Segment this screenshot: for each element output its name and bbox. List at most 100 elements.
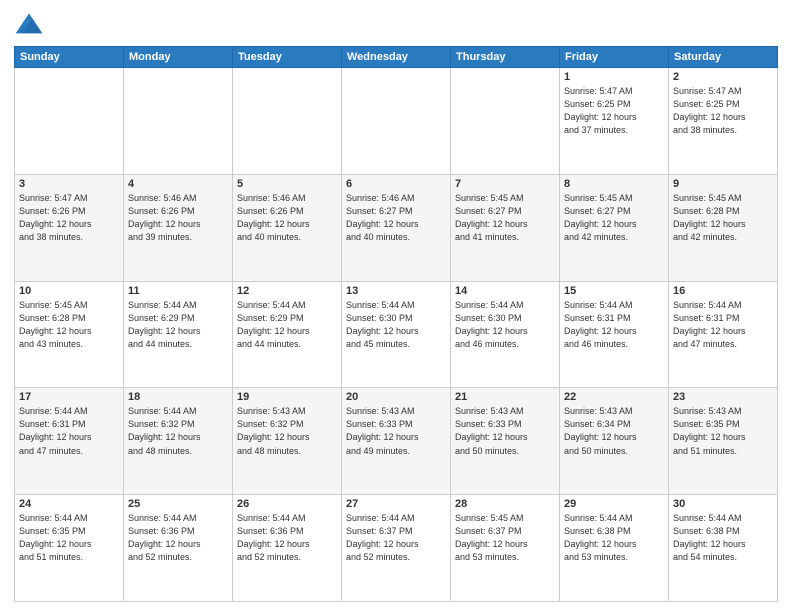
day-cell: 18 Sunrise: 5:44 AM Sunset: 6:32 PM Dayli… bbox=[124, 388, 233, 495]
day-number: 13 bbox=[346, 285, 446, 297]
day-number: 30 bbox=[673, 498, 773, 510]
calendar-table: SundayMondayTuesdayWednesdayThursdayFrid… bbox=[14, 46, 778, 602]
day-cell bbox=[15, 68, 124, 175]
day-info: Sunrise: 5:43 AM Sunset: 6:33 PM Dayligh… bbox=[346, 405, 446, 457]
day-cell: 6 Sunrise: 5:46 AM Sunset: 6:27 PM Daylig… bbox=[342, 174, 451, 281]
week-row-1: 3 Sunrise: 5:47 AM Sunset: 6:26 PM Daylig… bbox=[15, 174, 778, 281]
day-number: 17 bbox=[19, 391, 119, 403]
day-number: 22 bbox=[564, 391, 664, 403]
day-info: Sunrise: 5:45 AM Sunset: 6:27 PM Dayligh… bbox=[564, 192, 664, 244]
day-cell: 10 Sunrise: 5:45 AM Sunset: 6:28 PM Dayli… bbox=[15, 281, 124, 388]
logo-icon bbox=[14, 10, 44, 40]
day-cell: 28 Sunrise: 5:45 AM Sunset: 6:37 PM Dayli… bbox=[451, 495, 560, 602]
weekday-wednesday: Wednesday bbox=[342, 47, 451, 68]
day-info: Sunrise: 5:44 AM Sunset: 6:38 PM Dayligh… bbox=[564, 512, 664, 564]
day-cell: 27 Sunrise: 5:44 AM Sunset: 6:37 PM Dayli… bbox=[342, 495, 451, 602]
day-cell: 26 Sunrise: 5:44 AM Sunset: 6:36 PM Dayli… bbox=[233, 495, 342, 602]
calendar-body: 1Sunrise: 5:47 AM Sunset: 6:25 PM Daylig… bbox=[15, 68, 778, 602]
day-cell: 20Sunrise: 5:43 AM Sunset: 6:33 PM Dayli… bbox=[342, 388, 451, 495]
day-number: 14 bbox=[455, 285, 555, 297]
weekday-monday: Monday bbox=[124, 47, 233, 68]
day-number: 6 bbox=[346, 178, 446, 190]
day-info: Sunrise: 5:44 AM Sunset: 6:31 PM Dayligh… bbox=[19, 405, 119, 457]
day-cell: 11 Sunrise: 5:44 AM Sunset: 6:29 PM Dayli… bbox=[124, 281, 233, 388]
day-number: 28 bbox=[455, 498, 555, 510]
day-number: 10 bbox=[19, 285, 119, 297]
day-info: Sunrise: 5:44 AM Sunset: 6:31 PM Dayligh… bbox=[564, 299, 664, 351]
day-cell: 12 Sunrise: 5:44 AM Sunset: 6:29 PM Dayli… bbox=[233, 281, 342, 388]
week-row-4: 24 Sunrise: 5:44 AM Sunset: 6:35 PM Dayli… bbox=[15, 495, 778, 602]
day-cell: 17 Sunrise: 5:44 AM Sunset: 6:31 PM Dayli… bbox=[15, 388, 124, 495]
day-number: 19 bbox=[237, 391, 337, 403]
day-info: Sunrise: 5:45 AM Sunset: 6:28 PM Dayligh… bbox=[19, 299, 119, 351]
day-cell: 15 Sunrise: 5:44 AM Sunset: 6:31 PM Dayli… bbox=[560, 281, 669, 388]
day-info: Sunrise: 5:44 AM Sunset: 6:38 PM Dayligh… bbox=[673, 512, 773, 564]
day-info: Sunrise: 5:44 AM Sunset: 6:35 PM Dayligh… bbox=[19, 512, 119, 564]
day-info: Sunrise: 5:43 AM Sunset: 6:32 PM Dayligh… bbox=[237, 405, 337, 457]
day-info: Sunrise: 5:43 AM Sunset: 6:35 PM Dayligh… bbox=[673, 405, 773, 457]
day-cell: 7 Sunrise: 5:45 AM Sunset: 6:27 PM Daylig… bbox=[451, 174, 560, 281]
day-info: Sunrise: 5:45 AM Sunset: 6:27 PM Dayligh… bbox=[455, 192, 555, 244]
day-cell: 9 Sunrise: 5:45 AM Sunset: 6:28 PM Daylig… bbox=[669, 174, 778, 281]
day-number: 4 bbox=[128, 178, 228, 190]
day-info: Sunrise: 5:44 AM Sunset: 6:36 PM Dayligh… bbox=[128, 512, 228, 564]
day-info: Sunrise: 5:44 AM Sunset: 6:32 PM Dayligh… bbox=[128, 405, 228, 457]
day-info: Sunrise: 5:44 AM Sunset: 6:29 PM Dayligh… bbox=[128, 299, 228, 351]
day-info: Sunrise: 5:47 AM Sunset: 6:25 PM Dayligh… bbox=[673, 85, 773, 137]
day-cell bbox=[124, 68, 233, 175]
day-number: 23 bbox=[673, 391, 773, 403]
day-info: Sunrise: 5:45 AM Sunset: 6:37 PM Dayligh… bbox=[455, 512, 555, 564]
day-number: 2 bbox=[673, 71, 773, 83]
day-number: 8 bbox=[564, 178, 664, 190]
weekday-saturday: Saturday bbox=[669, 47, 778, 68]
day-cell: 3 Sunrise: 5:47 AM Sunset: 6:26 PM Daylig… bbox=[15, 174, 124, 281]
day-number: 29 bbox=[564, 498, 664, 510]
day-cell: 1Sunrise: 5:47 AM Sunset: 6:25 PM Daylig… bbox=[560, 68, 669, 175]
day-info: Sunrise: 5:47 AM Sunset: 6:26 PM Dayligh… bbox=[19, 192, 119, 244]
day-cell bbox=[342, 68, 451, 175]
day-cell: 2 Sunrise: 5:47 AM Sunset: 6:25 PM Daylig… bbox=[669, 68, 778, 175]
day-number: 11 bbox=[128, 285, 228, 297]
day-cell: 25 Sunrise: 5:44 AM Sunset: 6:36 PM Dayli… bbox=[124, 495, 233, 602]
week-row-2: 10 Sunrise: 5:45 AM Sunset: 6:28 PM Dayli… bbox=[15, 281, 778, 388]
day-number: 7 bbox=[455, 178, 555, 190]
day-info: Sunrise: 5:46 AM Sunset: 6:26 PM Dayligh… bbox=[128, 192, 228, 244]
day-info: Sunrise: 5:44 AM Sunset: 6:30 PM Dayligh… bbox=[455, 299, 555, 351]
day-info: Sunrise: 5:46 AM Sunset: 6:27 PM Dayligh… bbox=[346, 192, 446, 244]
weekday-sunday: Sunday bbox=[15, 47, 124, 68]
day-number: 12 bbox=[237, 285, 337, 297]
day-number: 16 bbox=[673, 285, 773, 297]
day-info: Sunrise: 5:44 AM Sunset: 6:31 PM Dayligh… bbox=[673, 299, 773, 351]
page: SundayMondayTuesdayWednesdayThursdayFrid… bbox=[0, 0, 792, 612]
day-number: 3 bbox=[19, 178, 119, 190]
day-info: Sunrise: 5:44 AM Sunset: 6:37 PM Dayligh… bbox=[346, 512, 446, 564]
day-cell: 13Sunrise: 5:44 AM Sunset: 6:30 PM Dayli… bbox=[342, 281, 451, 388]
weekday-thursday: Thursday bbox=[451, 47, 560, 68]
day-cell: 21Sunrise: 5:43 AM Sunset: 6:33 PM Dayli… bbox=[451, 388, 560, 495]
day-info: Sunrise: 5:44 AM Sunset: 6:29 PM Dayligh… bbox=[237, 299, 337, 351]
day-number: 18 bbox=[128, 391, 228, 403]
day-cell: 23 Sunrise: 5:43 AM Sunset: 6:35 PM Dayli… bbox=[669, 388, 778, 495]
day-cell: 24 Sunrise: 5:44 AM Sunset: 6:35 PM Dayli… bbox=[15, 495, 124, 602]
day-cell: 19 Sunrise: 5:43 AM Sunset: 6:32 PM Dayli… bbox=[233, 388, 342, 495]
day-number: 24 bbox=[19, 498, 119, 510]
day-cell bbox=[451, 68, 560, 175]
day-info: Sunrise: 5:43 AM Sunset: 6:34 PM Dayligh… bbox=[564, 405, 664, 457]
day-info: Sunrise: 5:44 AM Sunset: 6:36 PM Dayligh… bbox=[237, 512, 337, 564]
day-cell bbox=[233, 68, 342, 175]
day-number: 26 bbox=[237, 498, 337, 510]
day-cell: 22 Sunrise: 5:43 AM Sunset: 6:34 PM Dayli… bbox=[560, 388, 669, 495]
week-row-0: 1Sunrise: 5:47 AM Sunset: 6:25 PM Daylig… bbox=[15, 68, 778, 175]
day-number: 21 bbox=[455, 391, 555, 403]
day-number: 25 bbox=[128, 498, 228, 510]
day-info: Sunrise: 5:45 AM Sunset: 6:28 PM Dayligh… bbox=[673, 192, 773, 244]
day-number: 9 bbox=[673, 178, 773, 190]
day-number: 27 bbox=[346, 498, 446, 510]
weekday-tuesday: Tuesday bbox=[233, 47, 342, 68]
logo bbox=[14, 10, 48, 40]
header bbox=[14, 10, 778, 40]
day-number: 15 bbox=[564, 285, 664, 297]
day-cell: 8 Sunrise: 5:45 AM Sunset: 6:27 PM Daylig… bbox=[560, 174, 669, 281]
day-cell: 30 Sunrise: 5:44 AM Sunset: 6:38 PM Dayli… bbox=[669, 495, 778, 602]
weekday-header-row: SundayMondayTuesdayWednesdayThursdayFrid… bbox=[15, 47, 778, 68]
